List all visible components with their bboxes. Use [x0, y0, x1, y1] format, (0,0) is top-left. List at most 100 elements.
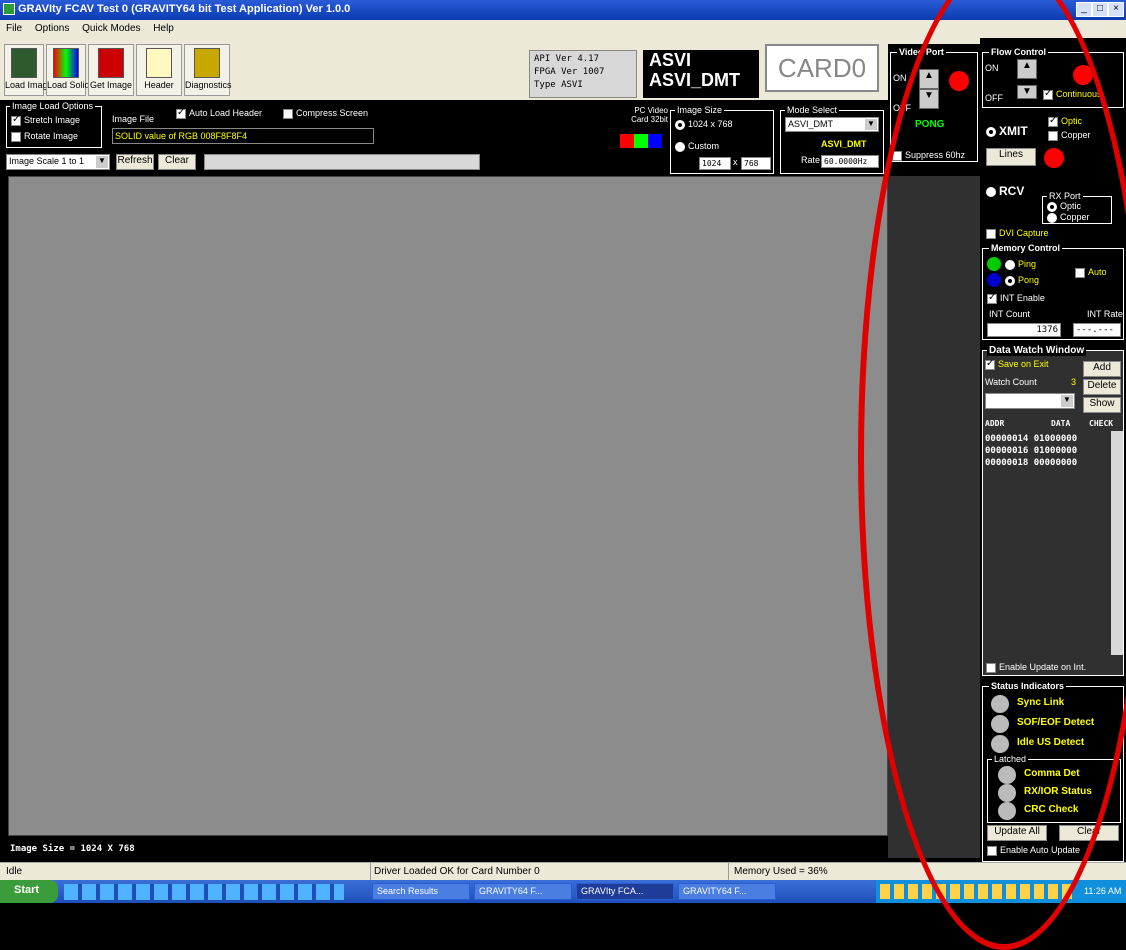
rotate-image-checkbox[interactable]: Rotate Image	[11, 131, 78, 142]
api-version: API Ver 4.17	[534, 54, 600, 64]
diagnostics-icon	[194, 48, 220, 78]
diagnostics-button[interactable]: Diagnostics	[184, 44, 232, 96]
mode-display-line1: ASVI	[649, 50, 692, 70]
pong-radio[interactable]: Pong	[1005, 275, 1039, 286]
load-solid-button[interactable]: Load Solid	[46, 44, 90, 96]
watch-row[interactable]: 00000018 00000000	[985, 457, 1077, 469]
stretch-image-checkbox[interactable]: Stretch Image	[11, 114, 80, 126]
compress-screen-checkbox[interactable]: Compress Screen	[283, 108, 368, 119]
save-on-exit-checkbox[interactable]: Save on Exit	[985, 358, 1049, 370]
canvas-side-strip	[888, 176, 980, 858]
int-enable-checkbox[interactable]: INT Enable	[987, 292, 1045, 304]
mode-select-group: Mode Select ASVI_DMT ▼ ASVI_DMT Rate 60.0…	[780, 105, 884, 174]
video-port-state: PONG	[915, 119, 945, 130]
window-title: GRAVIty FCAV Test 0 (GRAVITY64 bit Test …	[18, 3, 351, 15]
flow-control-title: Flow Control	[989, 47, 1048, 57]
video-up-button[interactable]: ▲	[919, 69, 939, 89]
latched-group: Latched Comma Det RX/IOR Status CRC Chec…	[987, 754, 1121, 823]
header-icon	[146, 48, 172, 78]
add-button[interactable]: Add	[1083, 361, 1121, 377]
watch-row[interactable]: 00000016 01000000	[985, 445, 1077, 457]
enable-auto-update-checkbox[interactable]: Enable Auto Update	[987, 845, 1080, 856]
size-custom-radio[interactable]: Custom	[675, 141, 719, 152]
minimize-button[interactable]: _	[1076, 2, 1092, 17]
rate-field: 60.0000Hz	[821, 155, 879, 168]
lines-button[interactable]: Lines	[986, 148, 1036, 166]
status-indicators-title: Status Indicators	[989, 681, 1067, 691]
version-info: API Ver 4.17 FPGA Ver 1007 Type ASVI	[529, 50, 637, 98]
flow-on-label: ON	[985, 63, 999, 73]
rate-label: Rate	[801, 155, 821, 165]
dvi-capture-checkbox[interactable]: DVI Capture	[986, 228, 1049, 239]
xmit-copper-checkbox[interactable]: Copper	[1048, 130, 1091, 141]
rx-ior-label: RX/IOR Status	[1024, 786, 1092, 797]
continuous-checkbox[interactable]: Continuous	[1043, 88, 1102, 100]
ping-radio[interactable]: Ping	[1005, 259, 1036, 270]
size-1024-radio[interactable]: 1024 x 768	[675, 119, 733, 130]
task-gravity64-2[interactable]: GRAVITY64 F...	[678, 883, 776, 900]
type-label: Type ASVI	[534, 80, 583, 90]
refresh-button[interactable]: Refresh	[116, 154, 154, 170]
watch-count-value: 3	[1071, 377, 1077, 387]
xmit-led	[1044, 148, 1064, 168]
progress-field	[204, 154, 480, 170]
status-bar: Idle Driver Loaded OK for Card Number 0 …	[0, 862, 1126, 880]
close-button[interactable]: ×	[1108, 2, 1124, 17]
crc-check-led	[998, 802, 1016, 820]
update-all-button[interactable]: Update All	[987, 825, 1047, 841]
xmit-optic-checkbox[interactable]: Optic	[1048, 115, 1082, 127]
col-data: DATA	[1051, 419, 1071, 428]
watch-scrollbar[interactable]	[1111, 431, 1123, 655]
mode-name: ASVI_DMT	[821, 139, 867, 149]
tray-icons[interactable]	[880, 884, 1076, 899]
sof-eof-led	[991, 715, 1009, 733]
watch-select[interactable]: ▼	[985, 393, 1075, 409]
image-scale-select[interactable]: Image Scale 1 to 1 ▼	[6, 154, 110, 170]
maximize-button[interactable]: □	[1092, 2, 1108, 17]
task-gravity64-1[interactable]: GRAVITY64 F...	[474, 883, 572, 900]
window-title-bar[interactable]: GRAVIty FCAV Test 0 (GRAVITY64 bit Test …	[0, 0, 1126, 20]
menu-quick-modes[interactable]: Quick Modes	[82, 23, 140, 34]
menu-file[interactable]: File	[6, 23, 22, 34]
watch-row[interactable]: 00000014 01000000	[985, 433, 1077, 445]
mode-select-dropdown[interactable]: ASVI_DMT ▼	[785, 117, 879, 132]
video-down-button[interactable]: ▼	[919, 89, 939, 109]
xmit-radio[interactable]: XMIT	[986, 124, 1028, 138]
blue-swatch	[648, 134, 662, 148]
mode-select-title: Mode Select	[785, 105, 840, 115]
rx-optic-radio[interactable]: Optic	[1047, 201, 1081, 212]
sync-link-led	[991, 695, 1009, 713]
int-rate-label: INT Rate	[1087, 309, 1123, 319]
mode-display: ASVI ASVI_DMT	[643, 50, 759, 98]
rcv-radio[interactable]: RCV	[986, 184, 1024, 198]
image-canvas[interactable]	[8, 176, 888, 836]
auto-checkbox[interactable]: Auto	[1075, 267, 1107, 278]
header-button[interactable]: Header	[136, 44, 182, 96]
rx-copper-radio[interactable]: Copper	[1047, 212, 1090, 223]
flow-control-led	[1073, 65, 1093, 85]
custom-width-input[interactable]: 1024	[699, 157, 731, 170]
task-search-results[interactable]: Search Results	[372, 883, 470, 900]
show-button[interactable]: Show	[1083, 397, 1121, 413]
delete-button[interactable]: Delete	[1083, 379, 1121, 395]
flow-down-button[interactable]: ▼	[1017, 85, 1037, 99]
suppress-60hz-checkbox[interactable]: Suppress 60hz	[892, 150, 965, 161]
load-image-button[interactable]: Load Image	[4, 44, 53, 96]
task-gravity-fcav[interactable]: GRAVIty FCA...	[576, 883, 674, 900]
menu-options[interactable]: Options	[35, 23, 69, 34]
auto-load-header-checkbox[interactable]: Auto Load Header	[176, 107, 262, 119]
start-button[interactable]: Start	[0, 880, 58, 903]
enable-update-on-int-checkbox[interactable]: Enable Update on Int.	[986, 662, 1086, 673]
custom-height-input[interactable]: 768	[741, 157, 771, 170]
flow-up-button[interactable]: ▲	[1017, 59, 1037, 79]
menu-help[interactable]: Help	[153, 23, 174, 34]
get-image-button[interactable]: Get Image	[88, 44, 134, 96]
green-swatch	[634, 134, 648, 148]
image-file-field[interactable]: SOLID value of RGB 008F8F8F4	[112, 128, 374, 144]
clear-button[interactable]: Clear	[158, 154, 196, 170]
status-clear-button[interactable]: Clear	[1059, 825, 1119, 841]
sync-link-label: Sync Link	[1017, 697, 1065, 708]
watch-list[interactable]: 00000014 01000000 00000016 01000000 0000…	[985, 433, 1077, 469]
rx-port-title: RX Port	[1047, 191, 1083, 201]
quick-launch-icons[interactable]	[64, 884, 344, 900]
